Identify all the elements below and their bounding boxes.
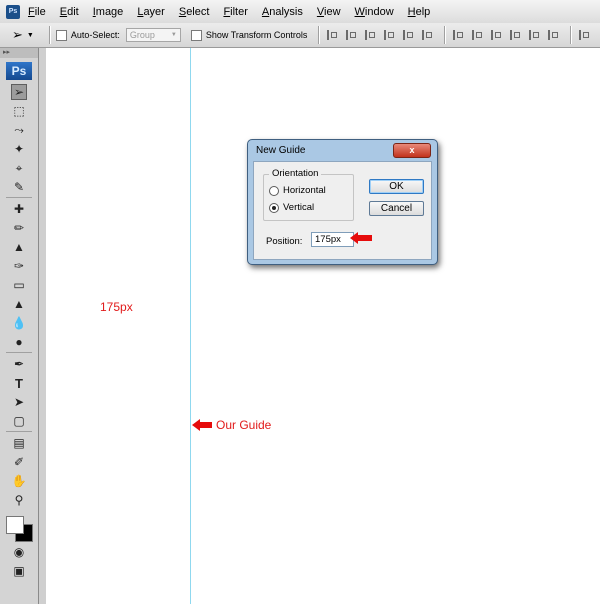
history-brush-tool-icon[interactable]: ✑ — [11, 258, 27, 274]
marquee-tool-icon[interactable]: ⬚ — [11, 103, 27, 119]
pen-tool-icon[interactable]: ✒ — [11, 356, 27, 372]
auto-select-value: Group — [129, 30, 155, 40]
auto-select-dropdown[interactable]: Group ▼ — [125, 28, 181, 42]
auto-align-icon[interactable] — [577, 28, 591, 42]
notes-tool-icon[interactable]: ▤ — [11, 435, 27, 451]
distribute-horizontal-center-icon[interactable] — [527, 28, 541, 42]
lasso-tool-icon[interactable]: ⤳ — [11, 122, 27, 138]
vertical-guide-line[interactable] — [190, 48, 191, 604]
ok-button[interactable]: OK — [369, 179, 424, 194]
screen-mode-icon[interactable]: ▣ — [11, 563, 27, 579]
move-tool-icon: ➢ — [12, 27, 23, 42]
paint-bucket-tool-icon[interactable]: ▲ — [11, 296, 27, 312]
divider — [6, 431, 32, 432]
show-transform-checkbox[interactable] — [190, 29, 202, 41]
position-label: Position: — [266, 236, 303, 247]
zoom-tool-icon[interactable]: ⚲ — [11, 492, 27, 508]
chevron-down-icon: ▼ — [170, 32, 177, 38]
menu-select[interactable]: Select — [179, 6, 210, 18]
divider — [48, 26, 51, 44]
new-guide-dialog: New Guide x Orientation Horizontal Verti… — [247, 139, 438, 265]
align-vertical-center-icon[interactable] — [344, 28, 358, 42]
foreground-color-swatch[interactable] — [6, 516, 24, 534]
vertical-option[interactable]: Vertical — [269, 202, 314, 213]
crop-tool-icon[interactable]: ⌖ — [11, 160, 27, 176]
horizontal-option[interactable]: Horizontal — [269, 185, 326, 196]
eyedropper-tool-icon[interactable]: ✐ — [11, 454, 27, 470]
auto-select-label: Auto-Select: — [70, 30, 120, 40]
hand-tool-icon[interactable]: ✋ — [11, 473, 27, 489]
close-icon: x — [409, 145, 415, 155]
healing-brush-tool-icon[interactable]: ✚ — [11, 201, 27, 217]
menu-analysis[interactable]: Analysis — [262, 6, 303, 18]
menu-bar: Ps File Edit Image Layer Select Filter A… — [0, 0, 600, 24]
menu-window[interactable]: Window — [355, 6, 394, 18]
menu-filter[interactable]: Filter — [223, 6, 247, 18]
menu-edit[interactable]: Edit — [60, 6, 79, 18]
divider — [570, 26, 573, 44]
orientation-group: Orientation Horizontal Vertical — [263, 168, 354, 221]
chevron-down-icon: ▼ — [26, 31, 34, 39]
dodge-tool-icon[interactable]: ● — [11, 334, 27, 350]
clone-stamp-tool-icon[interactable]: ▲ — [11, 239, 27, 255]
divider — [6, 197, 32, 198]
horizontal-label: Horizontal — [283, 185, 326, 196]
menu-image[interactable]: Image — [93, 6, 124, 18]
menu-layer[interactable]: Layer — [137, 6, 165, 18]
menu-view[interactable]: View — [317, 6, 341, 18]
app-logo-icon: Ps — [6, 4, 20, 19]
dialog-title: New Guide — [256, 144, 306, 156]
blur-tool-icon[interactable]: 💧 — [11, 315, 27, 331]
align-top-icon[interactable] — [325, 28, 339, 42]
quick-mask-icon[interactable]: ◉ — [11, 544, 27, 560]
move-tool-icon[interactable]: ➢ — [11, 84, 27, 100]
show-transform-label: Show Transform Controls — [205, 30, 308, 40]
auto-select-checkbox[interactable] — [55, 29, 67, 41]
divider — [318, 26, 321, 44]
color-swatches — [4, 512, 34, 542]
guide-annotation: Our Guide — [216, 418, 272, 432]
vertical-label: Vertical — [283, 202, 315, 213]
eraser-tool-icon[interactable]: ▭ — [11, 277, 27, 293]
distribute-left-icon[interactable] — [508, 28, 522, 42]
magic-wand-tool-icon[interactable]: ✦ — [11, 141, 27, 157]
dialog-titlebar[interactable]: New Guide x — [248, 140, 437, 160]
tool-preset-picker[interactable]: ➢ ▼ — [12, 27, 34, 43]
position-input[interactable] — [311, 232, 354, 247]
align-horizontal-center-icon[interactable] — [401, 28, 415, 42]
distribute-vertical-center-icon[interactable] — [470, 28, 484, 42]
vertical-radio[interactable] — [269, 202, 279, 213]
toolbox-grip[interactable]: ▸▸ — [0, 48, 38, 58]
slice-tool-icon[interactable]: ✎ — [11, 179, 27, 195]
distance-annotation: 175px — [100, 300, 133, 314]
document-canvas[interactable] — [46, 48, 600, 604]
canvas-edge — [39, 48, 46, 604]
divider — [6, 352, 32, 353]
options-bar: ➢ ▼ Auto-Select: Group ▼ Show Transform … — [0, 23, 600, 48]
distribute-top-icon[interactable] — [451, 28, 465, 42]
cancel-button[interactable]: Cancel — [369, 201, 424, 216]
distribute-bottom-icon[interactable] — [489, 28, 503, 42]
menu-help[interactable]: Help — [408, 6, 431, 18]
align-bottom-icon[interactable] — [363, 28, 377, 42]
toolbox: ▸▸ Ps ➢ ⬚ ⤳ ✦ ⌖ ✎ ✚ ✏ ▲ ✑ ▭ ▲ 💧 ● ✒ T ➤ … — [0, 48, 39, 604]
align-left-icon[interactable] — [382, 28, 396, 42]
dialog-body: Orientation Horizontal Vertical OK Cance… — [253, 161, 432, 260]
brush-tool-icon[interactable]: ✏ — [11, 220, 27, 236]
type-tool-icon[interactable]: T — [11, 375, 27, 391]
path-selection-tool-icon[interactable]: ➤ — [11, 394, 27, 410]
photoshop-logo: Ps — [6, 62, 32, 80]
horizontal-radio[interactable] — [269, 185, 279, 196]
menu-file[interactable]: File — [28, 6, 46, 18]
shape-tool-icon[interactable]: ▢ — [11, 413, 27, 429]
orientation-label: Orientation — [269, 168, 322, 179]
close-button[interactable]: x — [393, 142, 431, 158]
divider — [444, 26, 447, 44]
distribute-right-icon[interactable] — [546, 28, 560, 42]
align-right-icon[interactable] — [420, 28, 434, 42]
